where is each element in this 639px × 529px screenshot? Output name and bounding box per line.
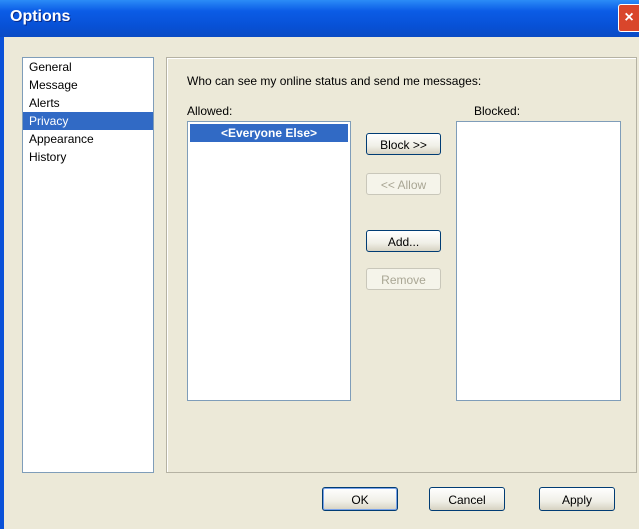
nav-item-general[interactable]: General (23, 58, 153, 76)
blocked-label: Blocked: (474, 104, 521, 118)
title-bar[interactable]: Options × (0, 0, 639, 37)
nav-item-history[interactable]: History (23, 148, 153, 166)
nav-item-privacy[interactable]: Privacy (23, 112, 153, 130)
close-icon[interactable]: × (618, 4, 639, 32)
block-button[interactable]: Block >> (366, 133, 441, 155)
nav-item-alerts[interactable]: Alerts (23, 94, 153, 112)
cancel-button[interactable]: Cancel (429, 487, 505, 511)
blocked-list[interactable] (456, 121, 621, 401)
nav-item-message[interactable]: Message (23, 76, 153, 94)
apply-button[interactable]: Apply (539, 487, 615, 511)
allow-button[interactable]: << Allow (366, 173, 441, 195)
nav-item-appearance[interactable]: Appearance (23, 130, 153, 148)
category-list: General Message Alerts Privacy Appearanc… (22, 57, 154, 473)
privacy-description: Who can see my online status and send me… (187, 74, 482, 88)
window-title: Options (10, 8, 71, 25)
dialog-body: General Message Alerts Privacy Appearanc… (4, 37, 639, 529)
list-item[interactable]: <Everyone Else> (190, 124, 348, 142)
options-window: Options × General Message Alerts Privacy… (0, 0, 639, 529)
allowed-list[interactable]: <Everyone Else> (187, 121, 351, 401)
ok-button[interactable]: OK (322, 487, 398, 511)
privacy-panel: Who can see my online status and send me… (166, 57, 637, 473)
allowed-label: Allowed: (187, 104, 233, 118)
add-button[interactable]: Add... (366, 230, 441, 252)
remove-button[interactable]: Remove (366, 268, 441, 290)
